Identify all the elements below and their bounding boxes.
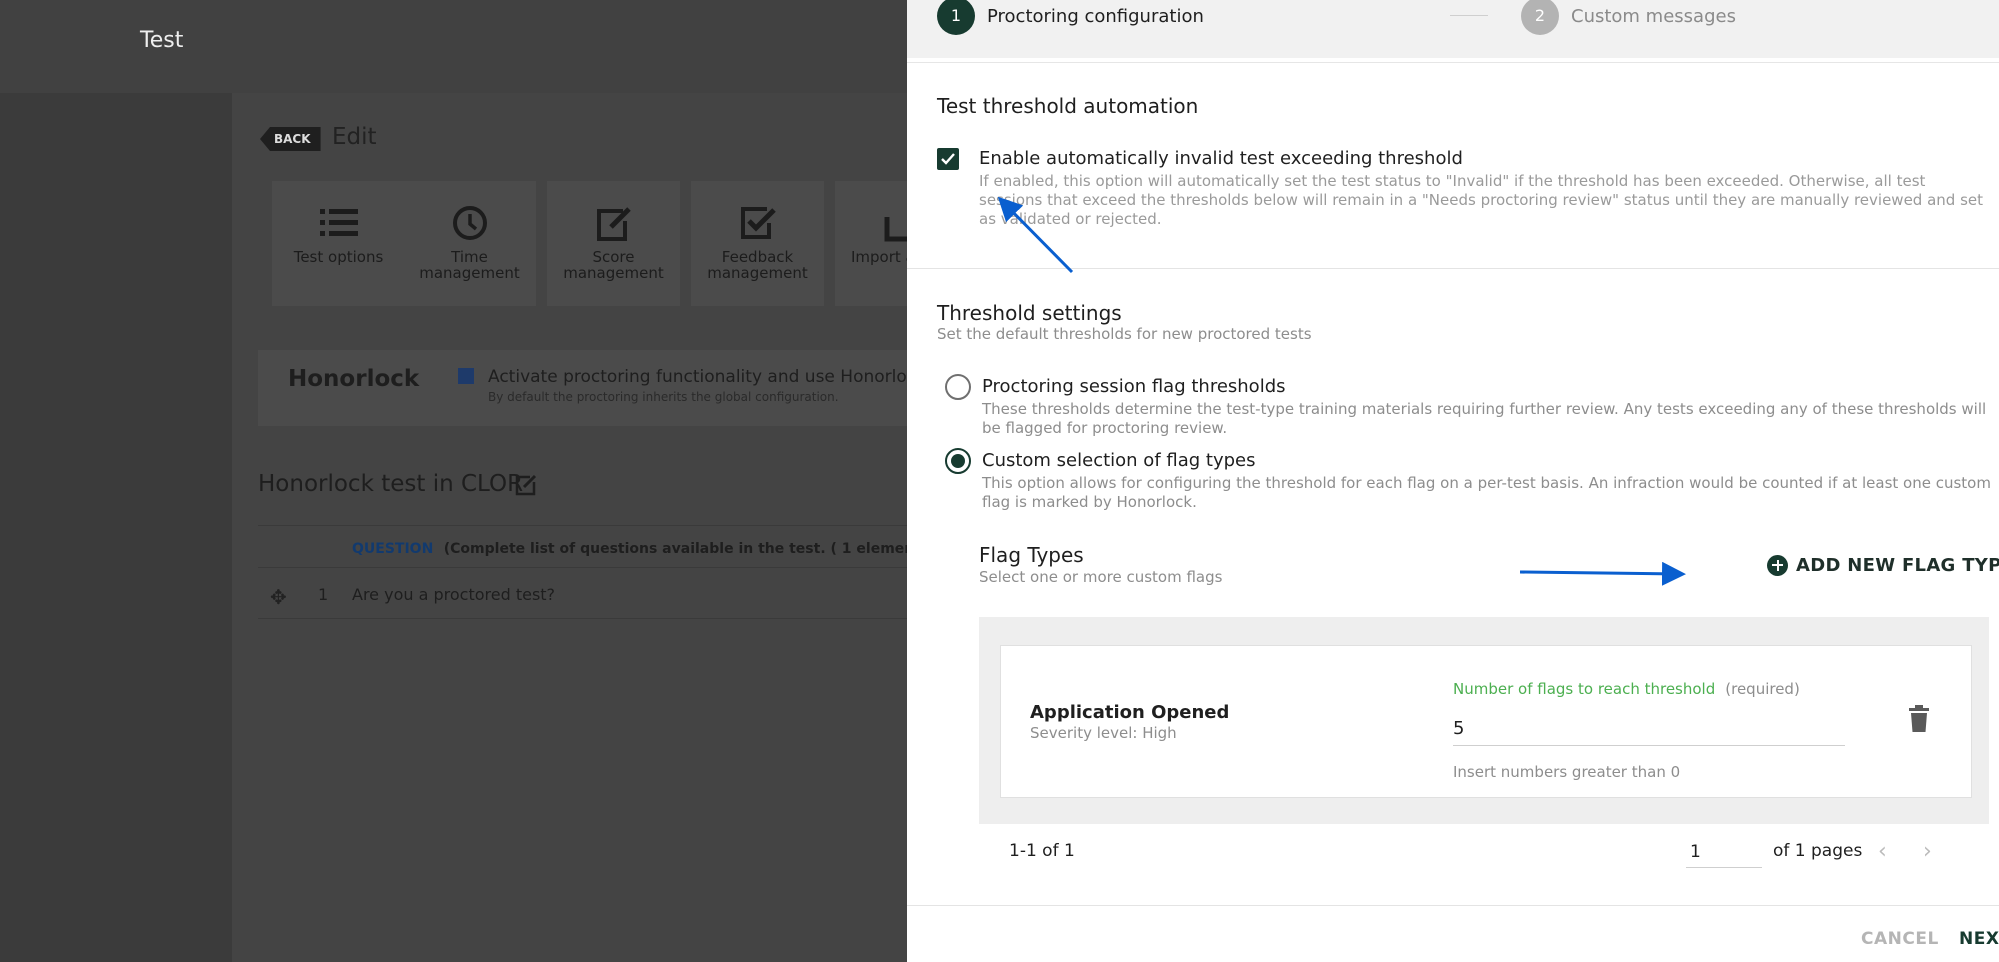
radio-session-flag-thresholds[interactable] bbox=[945, 374, 971, 400]
radio-custom-flag-types-desc: This option allows for configuring the t… bbox=[982, 474, 1991, 511]
threshold-subtitle: Set the default thresholds for new proct… bbox=[937, 325, 1312, 343]
flag-types-subtitle: Select one or more custom flags bbox=[979, 568, 1223, 586]
divider bbox=[907, 62, 1999, 63]
honorlock-title: Honorlock bbox=[288, 366, 420, 392]
threshold-field-required: (required) bbox=[1725, 680, 1800, 698]
checkbox-edit-icon bbox=[740, 207, 776, 239]
flag-types-title: Flag Types bbox=[979, 543, 1084, 567]
back-button[interactable]: BACK bbox=[260, 127, 321, 151]
threshold-title: Threshold settings bbox=[937, 301, 1122, 325]
next-button[interactable]: NEXT bbox=[1959, 929, 1999, 949]
drag-handle-icon[interactable]: ✥ bbox=[270, 585, 287, 609]
auto-invalid-description: If enabled, this option will automatical… bbox=[979, 172, 1984, 228]
table-header-label: QUESTION bbox=[352, 541, 434, 557]
activate-proctoring-label: Activate proctoring functionality and us… bbox=[488, 367, 949, 387]
table-divider bbox=[258, 567, 908, 568]
tool-label: Import a bbox=[851, 248, 915, 266]
page-title: Edit bbox=[332, 124, 377, 150]
add-flag-type-button[interactable]: ADD NEW FLAG TYPE bbox=[1767, 553, 1999, 577]
list-icon bbox=[319, 209, 358, 236]
radio-custom-flag-types-label[interactable]: Custom selection of flag types bbox=[982, 450, 1255, 471]
chevron-left-icon[interactable]: ‹ bbox=[1878, 839, 1887, 864]
tool-label: Feedback management bbox=[707, 248, 808, 282]
flag-type-name: Application Opened bbox=[1030, 702, 1230, 723]
automation-title: Test threshold automation bbox=[937, 94, 1199, 118]
stepper: 1 Proctoring configuration 2 Custom mess… bbox=[907, 0, 1999, 58]
step-2-number: 2 bbox=[1521, 0, 1559, 35]
tool-label: Score management bbox=[563, 248, 664, 282]
pagination-range: 1-1 of 1 bbox=[1009, 841, 1075, 861]
step-2-label[interactable]: Custom messages bbox=[1571, 6, 1736, 27]
threshold-field-hint: Insert numbers greater than 0 bbox=[1453, 763, 1681, 781]
row-number: 1 bbox=[318, 585, 329, 604]
section-title: Honorlock test in CLOR bbox=[258, 471, 524, 497]
pagination-total: of 1 pages bbox=[1773, 841, 1863, 861]
tool-label: Test options bbox=[293, 248, 384, 266]
clock-icon bbox=[452, 206, 487, 240]
tool-score-management[interactable]: Score management bbox=[547, 181, 680, 306]
table-header: QUESTION (Complete list of questions ava… bbox=[352, 541, 988, 557]
activate-proctoring-checkbox[interactable] bbox=[458, 368, 474, 384]
plus-circle-icon bbox=[1767, 554, 1788, 576]
edit-icon[interactable] bbox=[515, 474, 537, 496]
radio-session-flag-thresholds-desc: These thresholds determine the test-type… bbox=[982, 400, 1987, 437]
tool-test-options[interactable]: Test options bbox=[272, 181, 405, 306]
radio-session-flag-thresholds-label[interactable]: Proctoring session flag thresholds bbox=[982, 376, 1286, 397]
threshold-count-input[interactable] bbox=[1453, 712, 1845, 746]
table-divider bbox=[258, 525, 908, 526]
add-flag-type-label: ADD NEW FLAG TYPE bbox=[1796, 554, 1999, 576]
activate-proctoring-sub: By default the proctoring inherits the g… bbox=[488, 390, 839, 404]
check-icon bbox=[941, 153, 955, 165]
app-title: Test bbox=[140, 28, 184, 53]
edit-square-icon bbox=[596, 207, 631, 241]
chevron-right-icon[interactable]: › bbox=[1923, 839, 1932, 864]
step-connector bbox=[1450, 15, 1488, 16]
divider bbox=[907, 905, 1999, 906]
step-1-label[interactable]: Proctoring configuration bbox=[987, 6, 1204, 27]
tool-import[interactable]: Import a bbox=[835, 181, 917, 306]
divider bbox=[907, 268, 1999, 269]
row-question[interactable]: Are you a proctored test? bbox=[352, 585, 555, 604]
threshold-field-label-text: Number of flags to reach threshold bbox=[1453, 680, 1716, 698]
proctoring-dialog: 1 Proctoring configuration 2 Custom mess… bbox=[907, 0, 1999, 962]
flag-type-severity: Severity level: High bbox=[1030, 724, 1177, 742]
table-divider bbox=[258, 618, 908, 619]
tool-label: Time management bbox=[419, 248, 520, 282]
cancel-button[interactable]: CANCEL bbox=[1861, 929, 1939, 949]
auto-invalid-checkbox[interactable] bbox=[937, 148, 959, 170]
radio-custom-flag-types[interactable] bbox=[945, 448, 971, 474]
threshold-field-label: Number of flags to reach threshold (requi… bbox=[1453, 680, 1800, 698]
step-1-number: 1 bbox=[937, 0, 975, 35]
tool-time-management[interactable]: Time management bbox=[403, 181, 536, 306]
page-number-input[interactable] bbox=[1686, 836, 1762, 868]
delete-icon[interactable] bbox=[1907, 705, 1931, 733]
auto-invalid-label[interactable]: Enable automatically invalid test exceed… bbox=[979, 148, 1463, 169]
app-sidebar bbox=[0, 93, 232, 962]
tool-feedback-management[interactable]: Feedback management bbox=[691, 181, 824, 306]
